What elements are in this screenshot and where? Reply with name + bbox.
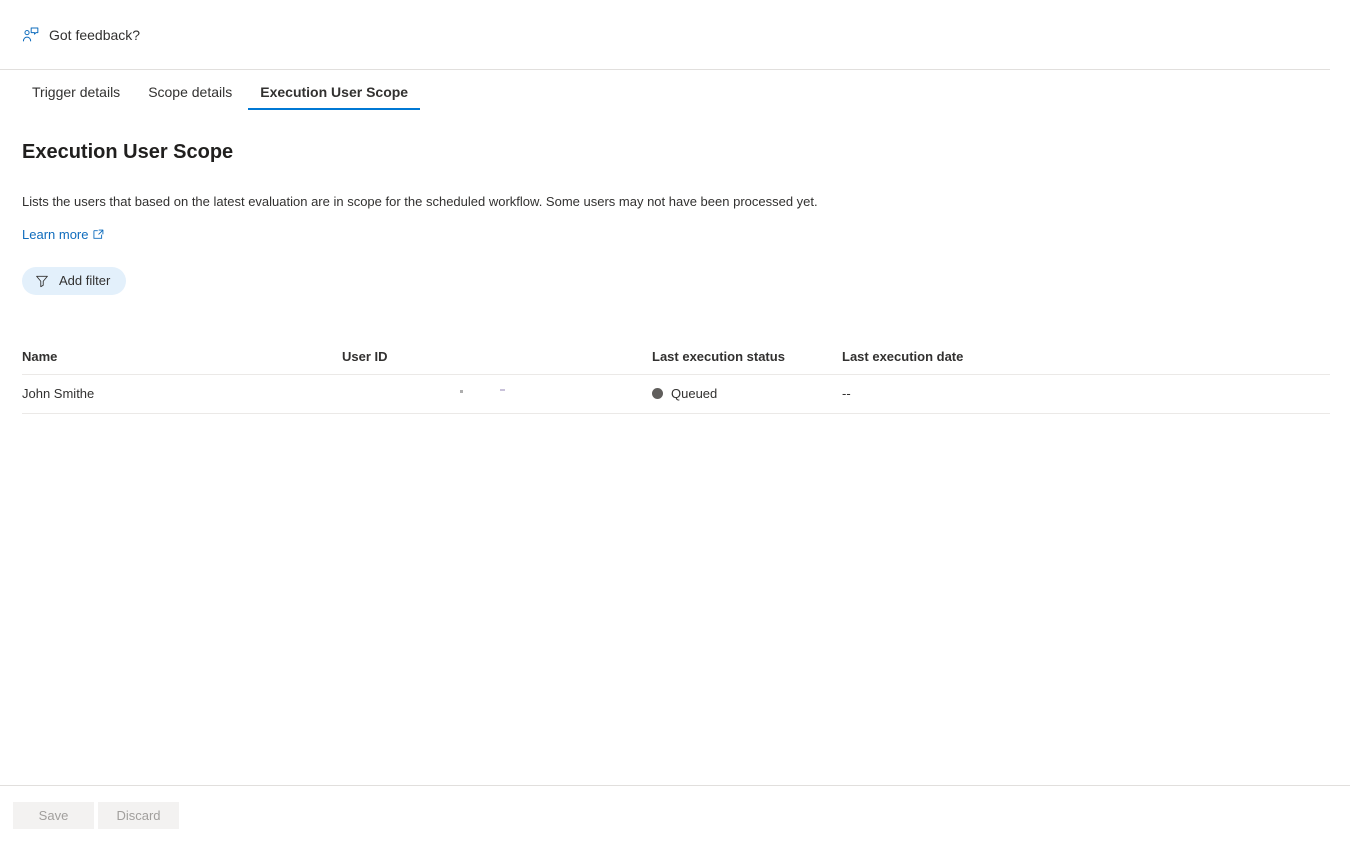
column-header-last-execution-status[interactable]: Last execution status (652, 349, 842, 364)
table-row[interactable]: John Smithe Queued -- (22, 375, 1330, 414)
funnel-icon (35, 274, 49, 288)
tab-label: Trigger details (32, 84, 121, 100)
add-filter-label: Add filter (59, 273, 111, 289)
tab-trigger-details[interactable]: Trigger details (18, 85, 134, 110)
tab-label: Execution User Scope (260, 84, 409, 100)
tab-scope-details[interactable]: Scope details (134, 85, 246, 110)
learn-more-label: Learn more (22, 226, 89, 242)
status-label: Queued (671, 386, 718, 402)
cell-last-execution-status: Queued (652, 386, 842, 401)
footer-action-bar: Save Discard (0, 785, 1350, 844)
got-feedback-label: Got feedback? (49, 26, 141, 43)
main-content: Execution User Scope Lists the users tha… (0, 139, 1350, 414)
tab-list: Trigger details Scope details Execution … (0, 70, 1350, 110)
tab-label: Scope details (148, 84, 233, 100)
column-header-name[interactable]: Name (22, 349, 342, 364)
page-description: Lists the users that based on the latest… (22, 193, 1022, 212)
got-feedback-link[interactable]: Got feedback? (22, 26, 140, 44)
save-button[interactable]: Save (13, 801, 94, 829)
column-header-last-execution-date[interactable]: Last execution date (842, 349, 1142, 364)
page-description-text: Lists the users that based on the latest… (22, 194, 818, 209)
cell-last-execution-date: -- (842, 386, 851, 402)
external-link-icon (93, 229, 104, 240)
person-feedback-icon (22, 26, 40, 44)
status-badge (652, 388, 663, 400)
column-header-user-id[interactable]: User ID (342, 349, 652, 364)
discard-button[interactable]: Discard (98, 801, 179, 829)
learn-more-link[interactable]: Learn more (22, 227, 104, 242)
feedback-bar: Got feedback? (0, 0, 1330, 70)
redacted-user-id (342, 387, 532, 400)
table-header-row: Name User ID Last execution status Last … (22, 339, 1330, 375)
filter-toolbar: Add filter (22, 266, 1328, 295)
tab-execution-user-scope[interactable]: Execution User Scope (246, 85, 422, 110)
execution-user-scope-table: Name User ID Last execution status Last … (22, 339, 1330, 414)
cell-user-id (342, 387, 652, 400)
add-filter-button[interactable]: Add filter (22, 266, 127, 295)
cell-name: John Smithe (22, 386, 95, 402)
page-title: Execution User Scope (22, 141, 234, 163)
